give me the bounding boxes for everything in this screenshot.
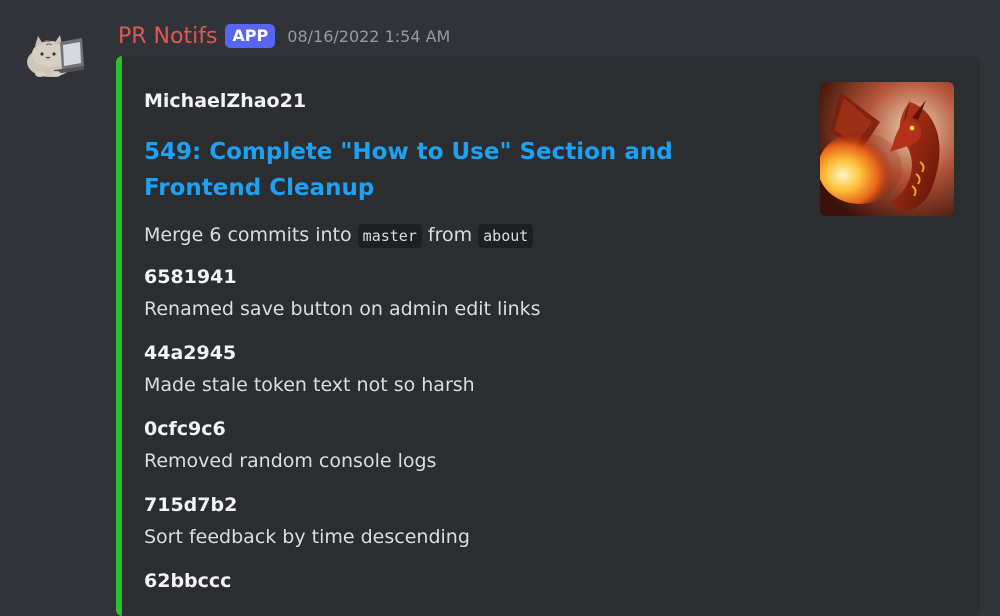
chat-message: PR Notifs APP 08/16/2022 1:54 AM Michael…: [0, 0, 1000, 616]
username[interactable]: PR Notifs: [118, 24, 217, 49]
target-branch-code: master: [357, 224, 422, 248]
commit-item: 6581941 Renamed save button on admin edi…: [144, 262, 784, 338]
commit-item: 62bbccc: [144, 566, 784, 616]
message-header: PR Notifs APP 08/16/2022 1:54 AM: [118, 20, 450, 52]
source-branch-code: about: [478, 224, 534, 248]
commit-message: Removed random console logs: [144, 450, 437, 472]
commit-message: Made stale token text not so harsh: [144, 374, 475, 396]
commit-item: 44a2945 Made stale token text not so har…: [144, 338, 784, 414]
commit-message: Renamed save button on admin edit links: [144, 298, 541, 320]
description-middle: from: [421, 224, 479, 246]
commit-hash: 0cfc9c6: [144, 418, 226, 440]
commit-hash: 6581941: [144, 266, 237, 288]
github-pr-embed: MichaelZhao21 549: Complete "How to Use"…: [116, 56, 980, 616]
embed-description: Merge 6 commits into master from about: [144, 220, 784, 251]
fire-breathing-dragon-image: [820, 82, 954, 216]
commit-hash: 44a2945: [144, 342, 237, 364]
commit-list: 6581941 Renamed save button on admin edi…: [144, 262, 784, 616]
commit-item: 715d7b2 Sort feedback by time descending: [144, 490, 784, 566]
commit-item: 0cfc9c6 Removed random console logs: [144, 414, 784, 490]
embed-author[interactable]: MichaelZhao21: [144, 90, 306, 112]
bot-avatar[interactable]: [24, 26, 86, 82]
embed-title-link[interactable]: 549: Complete "How to Use" Section and F…: [144, 134, 784, 206]
message-timestamp[interactable]: 08/16/2022 1:54 AM: [287, 27, 450, 46]
embed-accent-bar: [116, 56, 122, 616]
commit-message: Sort feedback by time descending: [144, 526, 470, 548]
pusheen-cat-laptop-icon: [27, 35, 84, 77]
commit-hash: 62bbccc: [144, 570, 232, 592]
embed-thumbnail[interactable]: [820, 82, 954, 216]
commit-hash: 715d7b2: [144, 494, 238, 516]
description-prefix: Merge 6 commits into: [144, 224, 358, 246]
app-badge: APP: [225, 24, 276, 48]
